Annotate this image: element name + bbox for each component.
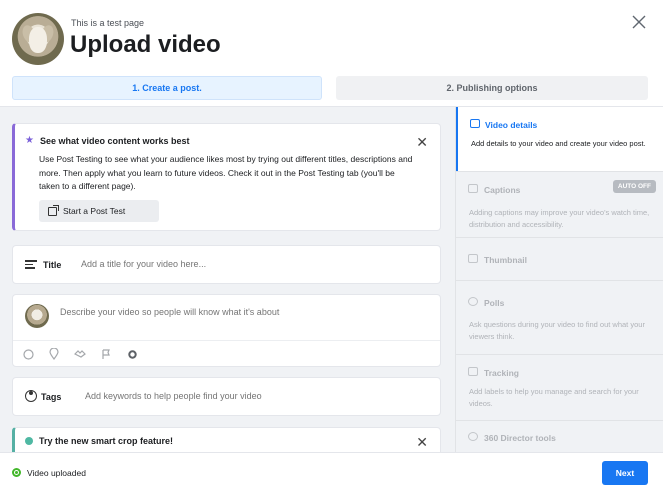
title-input[interactable] bbox=[81, 259, 421, 269]
tags-label: Tags bbox=[41, 392, 62, 402]
title-label: Title bbox=[43, 260, 62, 270]
star-icon: ★ bbox=[25, 135, 34, 146]
dialog-title: Upload video bbox=[70, 31, 221, 58]
text-lines-icon bbox=[25, 260, 37, 270]
sidebar-item-video-details[interactable]: Video details Add details to your video … bbox=[456, 107, 663, 171]
sidebar-item-360-director[interactable]: 360 Director tools bbox=[456, 421, 663, 452]
crop-icon bbox=[25, 437, 33, 445]
sidebar-item-thumbnail[interactable]: Thumbnail bbox=[456, 238, 663, 280]
sidebar-item-polls[interactable]: Polls Ask questions during your video to… bbox=[456, 281, 663, 354]
smart-crop-title: Try the new smart crop feature! bbox=[39, 436, 174, 446]
handshake-icon[interactable] bbox=[74, 348, 86, 360]
flag-icon[interactable] bbox=[100, 348, 112, 360]
globe-icon bbox=[468, 432, 478, 441]
sidebar-item-captions[interactable]: Captions AUTO OFF Adding captions may im… bbox=[456, 172, 663, 237]
page-name: This is a test page bbox=[71, 18, 145, 28]
sidebar-item-desc: Add labels to help you manage and search… bbox=[469, 387, 639, 408]
step-tabs: 1. Create a post. 2. Publishing options bbox=[12, 76, 648, 100]
tab-publishing-options[interactable]: 2. Publishing options bbox=[336, 76, 648, 100]
tag-icon bbox=[25, 390, 37, 402]
tip-body: Use Post Testing to see what your audien… bbox=[39, 154, 413, 191]
settings-icon[interactable] bbox=[126, 348, 138, 360]
sidebar-item-title: 360 Director tools bbox=[484, 433, 556, 443]
close-icon[interactable] bbox=[631, 14, 647, 30]
sidebar-item-desc: Adding captions may improve your video's… bbox=[469, 208, 650, 229]
sidebar-item-desc: Ask questions during your video to find … bbox=[469, 320, 645, 341]
sidebar-item-title: Tracking bbox=[484, 368, 519, 378]
tags-field-card: Tags bbox=[12, 377, 441, 416]
page-avatar bbox=[12, 13, 64, 65]
external-link-icon bbox=[48, 204, 59, 216]
location-pin-icon[interactable] bbox=[48, 348, 60, 360]
captions-icon bbox=[468, 184, 478, 193]
tags-input[interactable] bbox=[85, 391, 415, 401]
description-field-card bbox=[12, 294, 441, 367]
video-details-icon bbox=[470, 119, 480, 128]
tip-title: See what video content works best bbox=[40, 136, 190, 146]
close-icon[interactable]: ✕ bbox=[416, 434, 428, 451]
description-input[interactable] bbox=[60, 307, 420, 317]
upload-status-icon bbox=[12, 468, 21, 477]
divider bbox=[13, 340, 440, 341]
dialog-footer: Video uploaded Next bbox=[0, 452, 663, 487]
next-button[interactable]: Next bbox=[602, 461, 648, 485]
description-toolbar bbox=[22, 348, 138, 360]
start-post-test-button[interactable]: Start a Post Test bbox=[39, 200, 159, 222]
emoji-icon[interactable] bbox=[22, 348, 34, 360]
avatar bbox=[25, 304, 49, 328]
start-post-test-label: Start a Post Test bbox=[63, 206, 126, 216]
dialog-header: This is a test page Upload video bbox=[0, 0, 663, 72]
sidebar-item-title: Captions bbox=[484, 185, 521, 195]
post-testing-tip: ★ See what video content works best ✕ Us… bbox=[12, 123, 441, 231]
poll-icon bbox=[468, 297, 478, 306]
close-icon[interactable]: ✕ bbox=[416, 134, 428, 151]
sidebar-item-desc: Add details to your video and create you… bbox=[471, 139, 646, 148]
sidebar-item-title: Video details bbox=[485, 120, 538, 130]
tab-create-post[interactable]: 1. Create a post. bbox=[12, 76, 322, 100]
sidebar-item-title: Thumbnail bbox=[484, 255, 527, 265]
sidebar: Video details Add details to your video … bbox=[455, 107, 663, 452]
sidebar-item-title: Polls bbox=[484, 298, 505, 308]
upload-status: Video uploaded bbox=[27, 468, 86, 478]
image-icon bbox=[468, 254, 478, 263]
tag-icon bbox=[468, 367, 478, 376]
sidebar-item-tracking[interactable]: Tracking Add labels to help you manage a… bbox=[456, 355, 663, 420]
auto-off-toggle[interactable]: AUTO OFF bbox=[612, 180, 656, 193]
title-field-card: Title bbox=[12, 245, 441, 284]
